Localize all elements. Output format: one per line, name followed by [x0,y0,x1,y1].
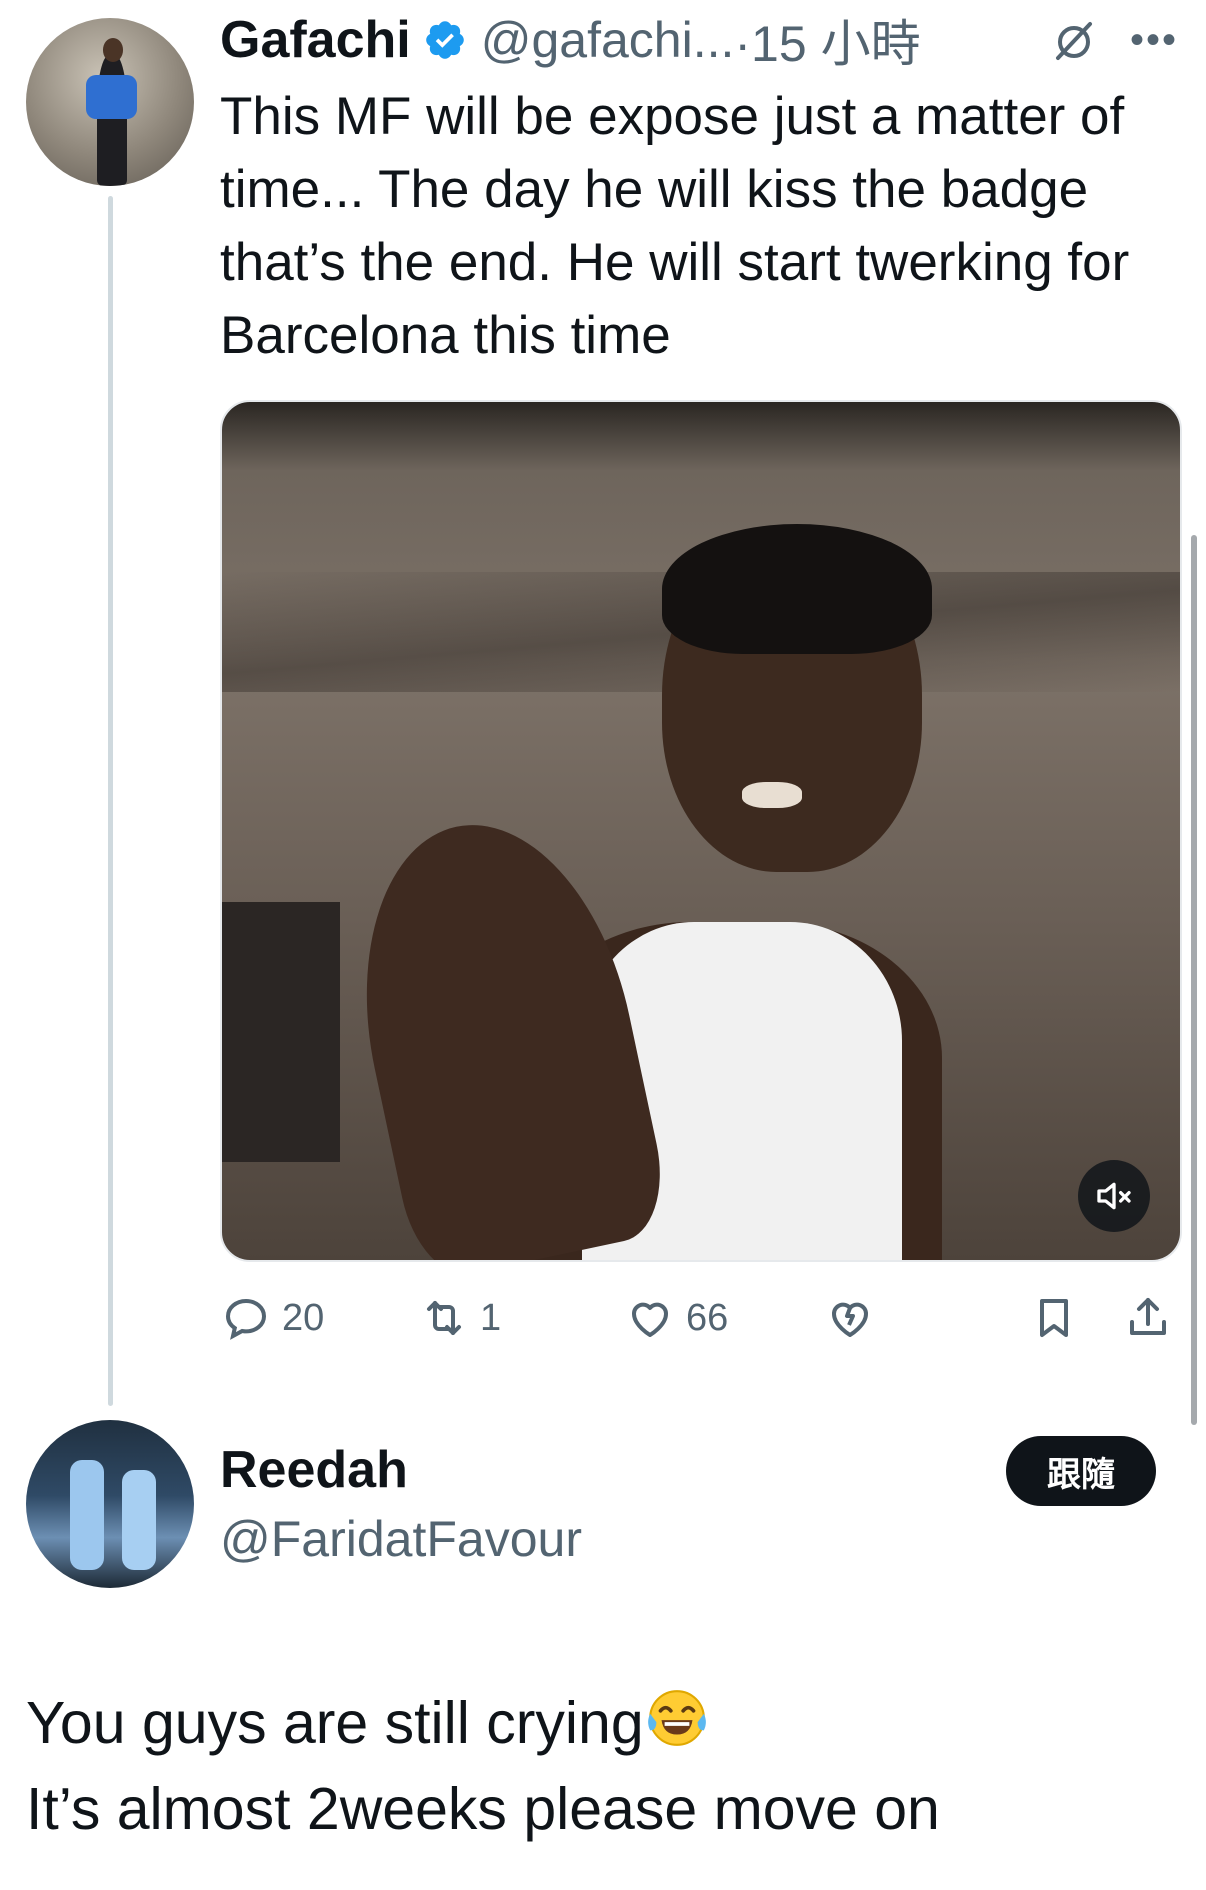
video-mute-button[interactable] [1078,1160,1150,1232]
author-display-name[interactable]: Gafachi [220,10,411,70]
reply-author-handle[interactable]: @FaridatFavour [220,1510,582,1568]
like-count: 66 [686,1296,729,1339]
more-options-icon[interactable]: ••• [1130,20,1178,60]
dislike-action[interactable] [826,1290,874,1346]
retweet-action[interactable]: 1 [420,1290,501,1346]
share-action[interactable] [1124,1290,1172,1346]
avatar-player-left [70,1460,104,1570]
tweet-timestamp[interactable]: ·15 小時 [734,4,920,76]
author-handle[interactable]: @gafachi... [481,11,735,69]
avatar-shirt [86,75,137,119]
thread-connector-line [108,196,113,1406]
heart-icon [632,1302,668,1337]
video-person-hair [662,524,932,654]
reply-text-line-1: You guys are still crying [26,1680,1176,1766]
retweet-icon [427,1301,461,1335]
video-person-mouth [742,782,802,808]
reply-count: 20 [282,1296,325,1339]
muted-conversation-icon[interactable] [1050,16,1098,64]
retweet-count: 1 [480,1296,502,1339]
speaker-muted-icon [1097,1182,1131,1210]
tweet-video[interactable] [220,400,1182,1262]
follow-button[interactable]: 跟隨 [1006,1436,1156,1506]
share-icon [1130,1298,1166,1335]
reply-text-line-1-text: You guys are still crying [26,1690,644,1756]
verified-badge-icon [425,21,464,59]
reply-author-display-name[interactable]: Reedah [220,1440,408,1500]
author-avatar[interactable] [26,18,194,186]
avatar-player-right [122,1470,156,1570]
broken-heart-icon [832,1302,868,1337]
tears-of-joy-emoji [647,1690,706,1746]
reply-action[interactable]: 20 [222,1290,324,1346]
bookmark-icon [1040,1299,1068,1337]
reply-author-avatar[interactable] [26,1420,194,1588]
tweet-header: Gafachi @gafachi... ·15 小時 [220,10,921,72]
video-picture-frame [222,902,340,1162]
like-action[interactable]: 66 [626,1290,728,1346]
reply-text-line-2: It’s almost 2weeks please move on [26,1776,940,1842]
avatar-head [103,38,124,62]
reply-icon [225,1298,267,1340]
video-person-arm [329,799,675,1260]
reply-tweet-text: You guys are still crying It’s almost 2w… [26,1680,1176,1852]
scrollbar[interactable] [1191,535,1197,1425]
tweet-text: This MF will be expose just a matter of … [220,87,1130,365]
bookmark-action[interactable] [1030,1290,1078,1346]
